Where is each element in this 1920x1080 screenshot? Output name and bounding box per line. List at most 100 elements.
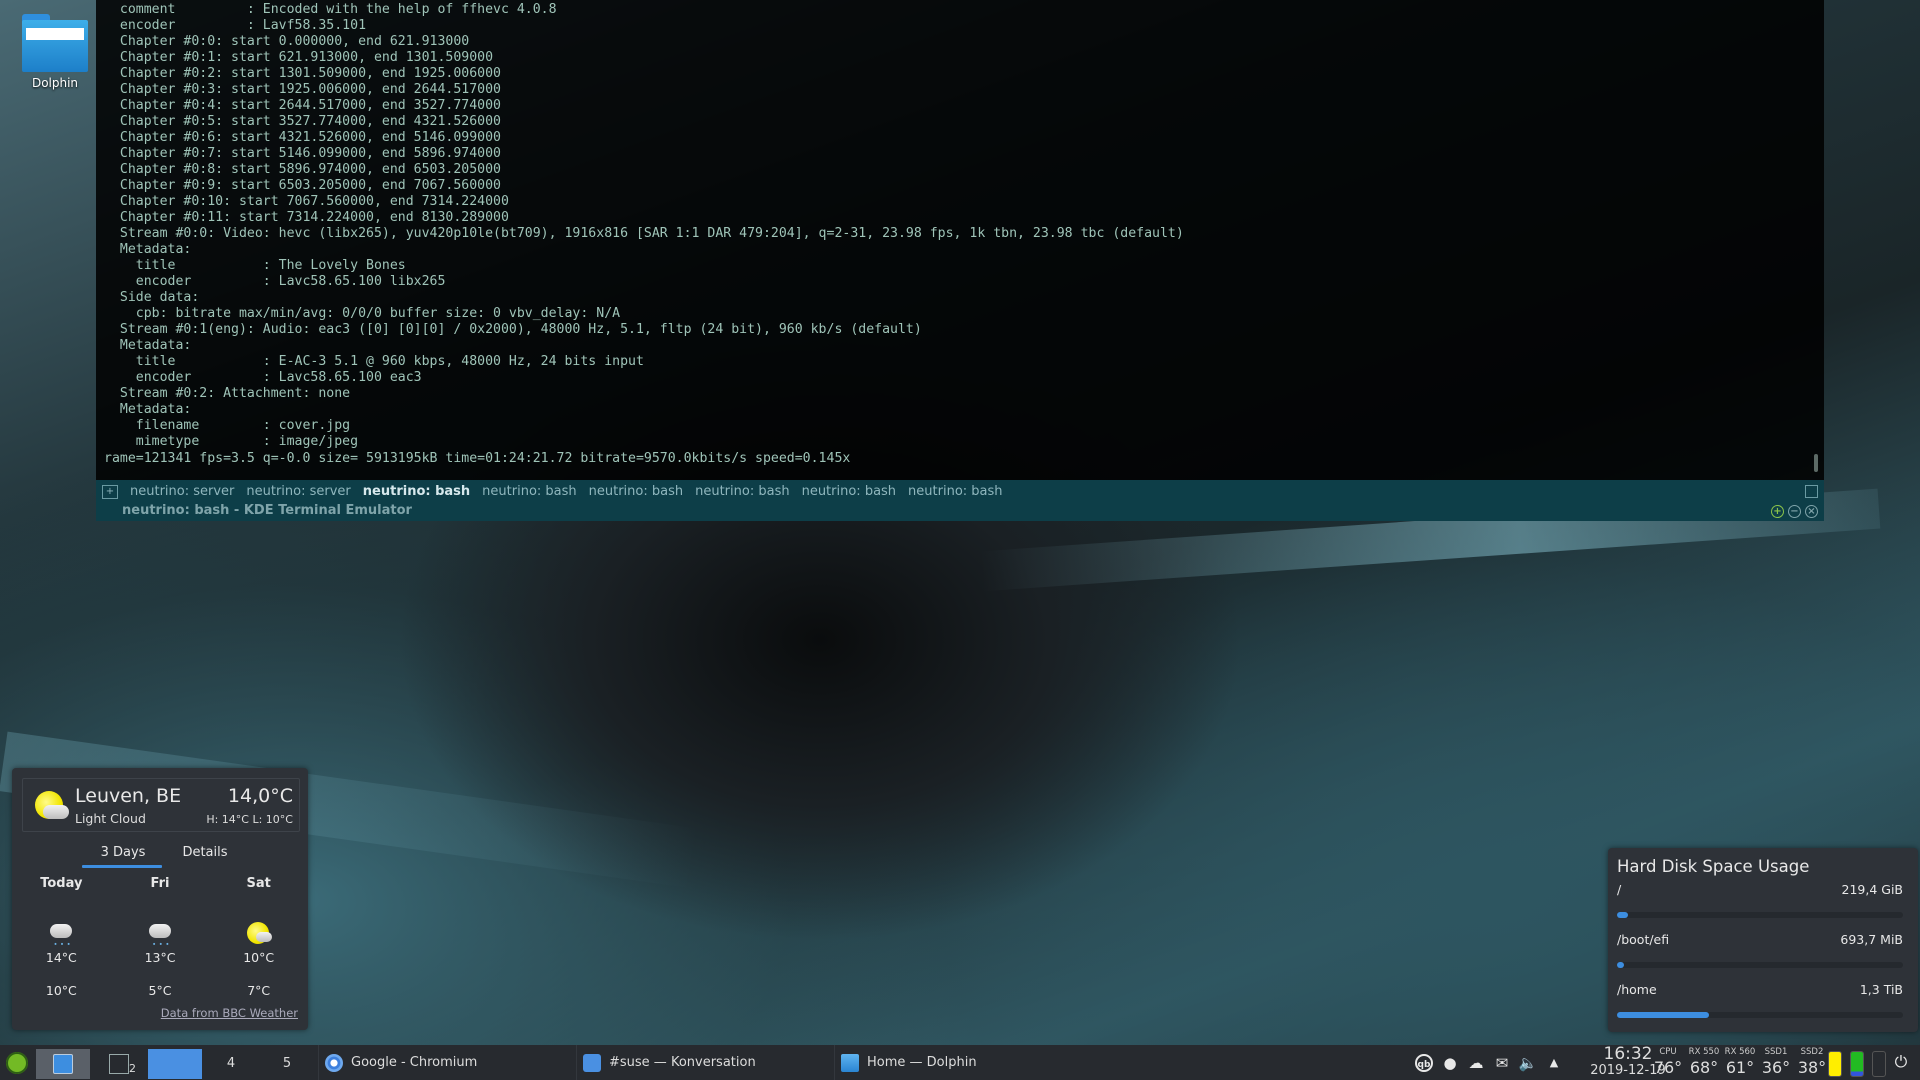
keep-above-button[interactable]: +: [1771, 505, 1784, 518]
disk-usage-widget: Hard Disk Space Usage / 219,4 GiB/boot/ef…: [1608, 848, 1918, 1032]
window-titlebar[interactable]: neutrino: bash - KDE Terminal Emulator +…: [96, 503, 1824, 521]
pager-desktop-1[interactable]: [36, 1048, 90, 1079]
task-label: Google - Chromium: [351, 1055, 478, 1070]
temperature-sensor[interactable]: CPU 76°: [1650, 1045, 1686, 1080]
weather-tabs: 3 Days Details: [82, 844, 246, 868]
terminal-tab[interactable]: neutrino: bash: [796, 484, 902, 499]
terminal-line: filename : cover.jpg: [104, 418, 351, 433]
terminal-line: Chapter #0:4: start 2644.517000, end 352…: [104, 98, 501, 113]
cloud-sync-icon[interactable]: ☁: [1465, 1052, 1487, 1074]
terminal-tab[interactable]: neutrino: bash: [476, 484, 582, 499]
terminal-line: encoder : Lavc58.65.100 eac3: [104, 370, 422, 385]
terminal-line: Chapter #0:11: start 7314.224000, end 81…: [104, 210, 509, 225]
folder-icon: [22, 14, 88, 72]
terminal-line: Stream #0:1(eng): Audio: eac3 ([0] [0][0…: [104, 322, 922, 337]
sensor-label: SSD1: [1764, 1047, 1788, 1057]
terminal-line: Chapter #0:6: start 4321.526000, end 514…: [104, 130, 501, 145]
forecast-day: Today ∙ ∙ ∙ 14°C 10°C: [12, 876, 111, 998]
forecast-high: 10°C: [243, 950, 275, 965]
terminal-line: Stream #0:2: Attachment: none: [104, 386, 351, 401]
volume-icon[interactable]: 🔈: [1517, 1052, 1539, 1074]
terminal-tab[interactable]: neutrino: bash: [689, 484, 795, 499]
expand-tray-icon[interactable]: ▲: [1543, 1052, 1565, 1074]
desktop-icon-dolphin[interactable]: Dolphin: [15, 10, 95, 90]
terminal-line: encoder : Lavf58.35.101: [104, 18, 367, 33]
temperature-sensor[interactable]: SSD1 36°: [1758, 1045, 1794, 1080]
terminal-line: cpb: bitrate max/min/avg: 0/0/0 buffer s…: [104, 306, 621, 321]
usage-bar: [1617, 912, 1903, 918]
terminal-line: Chapter #0:7: start 5146.099000, end 589…: [104, 146, 501, 161]
forecast-high: 14°C: [45, 950, 77, 965]
terminal-line: Chapter #0:10: start 7067.560000, end 73…: [104, 194, 509, 209]
konversation-icon: [583, 1053, 601, 1072]
forecast-day: Sat 10°C 7°C: [209, 876, 308, 998]
terminal-line: comment : Encoded with the help of ffhev…: [104, 2, 557, 17]
terminal-line: Metadata:: [104, 338, 192, 353]
opensuse-logo-icon: [6, 1051, 28, 1074]
tab-details[interactable]: Details: [164, 844, 246, 868]
mount-size: 219,4 GiB: [1841, 882, 1904, 897]
usage-bar-fill: [1617, 962, 1625, 968]
terminal-line: title : The Lovely Bones: [104, 258, 406, 273]
forecast-day-name: Today: [40, 876, 83, 891]
mount-size: 1,3 TiB: [1859, 982, 1903, 997]
mount-point: /home: [1617, 982, 1657, 997]
task-dolphin[interactable]: Home — Dolphin: [834, 1045, 1084, 1080]
forecast-low: 7°C: [247, 983, 271, 998]
temperature-sensor[interactable]: RX 560 61°: [1722, 1045, 1758, 1080]
close-button[interactable]: ×: [1805, 505, 1818, 518]
terminal-output[interactable]: comment : Encoded with the help of ffhev…: [104, 2, 1804, 470]
usage-bar-fill: [1617, 912, 1629, 918]
terminal-tab[interactable]: neutrino: bash: [357, 484, 476, 499]
power-icon[interactable]: ⏻: [1892, 1053, 1910, 1071]
mail-icon[interactable]: ✉: [1491, 1052, 1513, 1074]
terminal-line: Chapter #0:3: start 1925.006000, end 264…: [104, 82, 501, 97]
light-rain-icon: ∙ ∙ ∙: [48, 920, 74, 948]
desktop-icon-label: Dolphin: [31, 76, 79, 90]
pager-desktop-5[interactable]: 5: [260, 1049, 314, 1079]
terminal-tab[interactable]: neutrino: bash: [902, 484, 1008, 499]
usage-bar: [1617, 1012, 1903, 1018]
chat-icon[interactable]: ●: [1439, 1052, 1461, 1074]
pager-desktop-4[interactable]: 4: [204, 1049, 258, 1079]
usage-bar-fill: [1617, 1012, 1709, 1018]
terminal-tab[interactable]: neutrino: server: [240, 484, 356, 499]
task-konversation[interactable]: #suse — Konversation: [576, 1045, 826, 1080]
terminal-tab[interactable]: neutrino: bash: [583, 484, 689, 499]
forecast-day: Fri ∙ ∙ ∙ 13°C 5°C: [111, 876, 210, 998]
weather-location: Leuven, BE: [75, 785, 182, 807]
qbittorrent-icon[interactable]: qb: [1413, 1052, 1435, 1074]
weather-credit-link[interactable]: Data from BBC Weather: [161, 1006, 298, 1020]
weather-hilo: H: 14°C L: 10°C: [206, 813, 293, 826]
close-tab-button[interactable]: [1805, 485, 1818, 498]
terminal-tab[interactable]: neutrino: server: [124, 484, 240, 499]
task-chromium[interactable]: Google - Chromium: [318, 1045, 568, 1080]
sensor-value: 61°: [1725, 1058, 1755, 1077]
mount-size: 693,7 MiB: [1840, 932, 1903, 947]
pager-desktop-3[interactable]: [148, 1048, 202, 1079]
terminal-line: Stream #0:0: Video: hevc (libx265), yuv4…: [104, 226, 1184, 241]
window-thumbnail-icon: [53, 1053, 73, 1074]
green-meter[interactable]: [1850, 1051, 1864, 1077]
disk-usage-title: Hard Disk Space Usage: [1617, 857, 1810, 876]
temperature-sensor[interactable]: RX 550 68°: [1686, 1045, 1722, 1080]
chromium-icon: [325, 1053, 343, 1072]
terminal-line: Chapter #0:2: start 1301.509000, end 192…: [104, 66, 501, 81]
dolphin-icon: [841, 1053, 859, 1072]
task-label: #suse — Konversation: [609, 1055, 756, 1070]
empty-meter[interactable]: [1872, 1051, 1886, 1077]
tab-3-days[interactable]: 3 Days: [82, 844, 164, 868]
yellow-meter[interactable]: [1828, 1051, 1842, 1077]
terminal-scrollbar[interactable]: [1814, 454, 1818, 472]
konsole-window[interactable]: comment : Encoded with the help of ffhev…: [96, 0, 1824, 521]
application-launcher[interactable]: [2, 1045, 32, 1080]
sensor-value: 38°: [1797, 1058, 1827, 1077]
temperature-sensor[interactable]: SSD2 38°: [1794, 1045, 1830, 1080]
meter-level: [1851, 1052, 1863, 1076]
terminal-line: mimetype : image/jpeg: [104, 434, 359, 449]
pager-desktop-2[interactable]: 2: [92, 1049, 146, 1079]
minimize-button[interactable]: −: [1788, 505, 1801, 518]
new-tab-button[interactable]: +: [102, 484, 118, 499]
weather-current-temp: 14,0°C: [227, 785, 293, 807]
forecast-day-name: Fri: [150, 876, 170, 891]
